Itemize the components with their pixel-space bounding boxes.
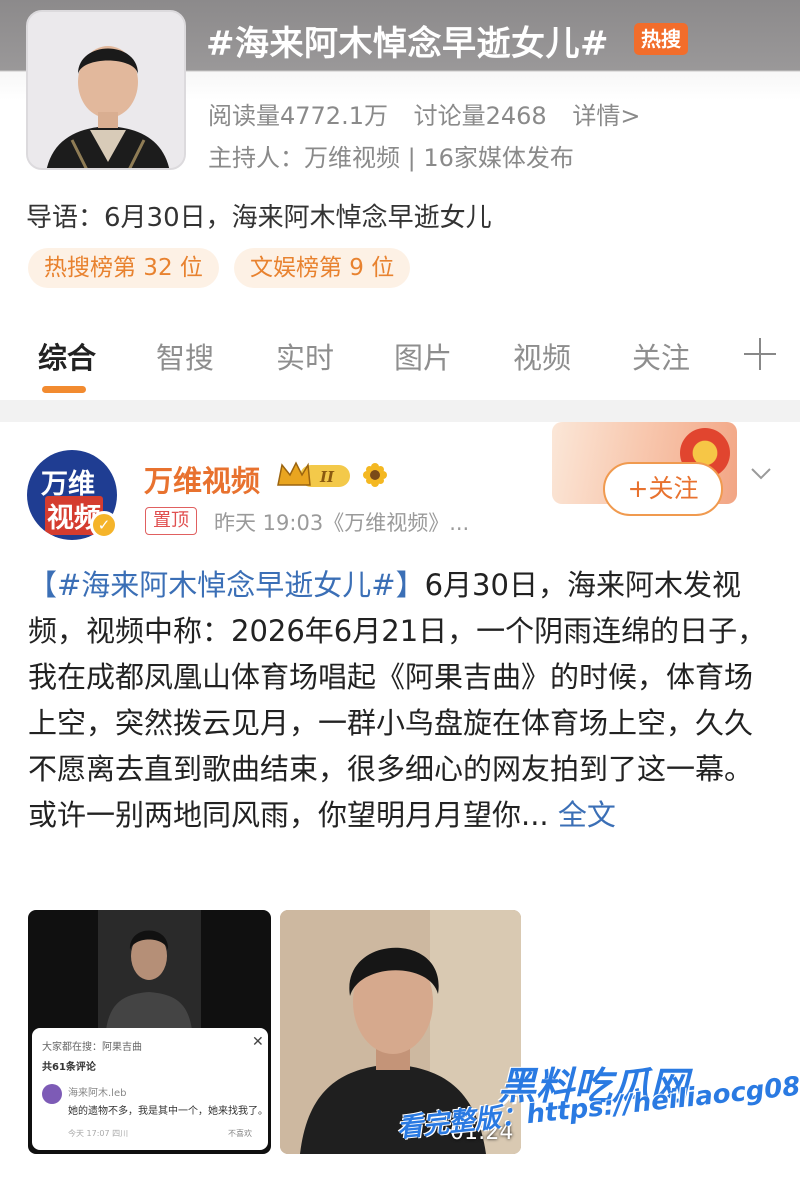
hot-badge: 热搜 bbox=[634, 23, 688, 55]
commenter-name: 海来阿木.leb bbox=[68, 1088, 127, 1099]
entertainment-rank-pill[interactable]: 文娱榜第 9 位 bbox=[234, 248, 411, 288]
overlay-dislike[interactable]: 不喜欢 bbox=[228, 1128, 252, 1139]
comment-overlay-card: 大家都在搜：阿果吉曲 ✕ 共61条评论 海来阿木.leb 她的遗物不多，我是其中… bbox=[32, 1028, 268, 1150]
section-divider bbox=[0, 400, 800, 422]
overlay-search-text: 大家都在搜：阿果吉曲 bbox=[42, 1042, 142, 1053]
topic-stats: 阅读量4772.1万 讨论量2468 详情> bbox=[208, 96, 658, 131]
topic-cover-image[interactable] bbox=[26, 10, 186, 170]
follow-button[interactable]: +关注 bbox=[603, 462, 723, 516]
post-body-text: 6月30日，海来阿木发视频，视频中称：2026年6月21日，一个阴雨连绵的日子，… bbox=[28, 568, 767, 832]
topic-intro: 导语：6月30日，海来阿木悼念早逝女儿 bbox=[26, 203, 492, 233]
overlay-comment-time: 今天 17:07 四川 bbox=[68, 1129, 129, 1138]
member-crown-icon: II bbox=[277, 461, 350, 487]
author-name[interactable]: 万维视频 bbox=[144, 458, 260, 500]
post-meta: 昨天 19:03《万维视频》... bbox=[214, 511, 470, 535]
close-icon[interactable]: ✕ bbox=[252, 1034, 264, 1050]
overlay-comment-text: 她的遗物不多，我是其中一个，她来找我了。 bbox=[68, 1106, 268, 1117]
level-badge-text: II bbox=[319, 468, 335, 486]
tab-following[interactable]: 关注 bbox=[632, 335, 690, 377]
tab-smart-search[interactable]: 智搜 bbox=[156, 335, 214, 377]
read-count: 阅读量4772.1万 bbox=[208, 102, 388, 130]
topic-title: #海来阿木悼念早逝女儿# bbox=[206, 24, 609, 64]
tab-comprehensive[interactable]: 综合 bbox=[38, 335, 96, 377]
tab-images[interactable]: 图片 bbox=[394, 335, 452, 377]
hot-search-rank-pill[interactable]: 热搜榜第 32 位 bbox=[28, 248, 219, 288]
details-link[interactable]: 详情> bbox=[572, 102, 640, 130]
read-more-link[interactable]: 全文 bbox=[558, 798, 616, 832]
post-text: 【#海来阿木悼念早逝女儿#】6月30日，海来阿木发视频，视频中称：2026年6月… bbox=[28, 562, 778, 838]
topic-host[interactable]: 主持人：万维视频 | 16家媒体发布 bbox=[208, 138, 574, 173]
bottom-edge bbox=[0, 1178, 800, 1200]
chevron-down-icon[interactable] bbox=[749, 461, 773, 485]
verified-icon: ✓ bbox=[90, 511, 118, 539]
add-tab-icon[interactable] bbox=[744, 338, 776, 370]
overlay-comment-count: 共61条评论 bbox=[42, 1062, 96, 1073]
discussion-count: 讨论量2468 bbox=[413, 102, 547, 130]
active-tab-indicator bbox=[42, 386, 86, 393]
post-image-1[interactable]: 大家都在搜：阿果吉曲 ✕ 共61条评论 海来阿木.leb 她的遗物不多，我是其中… bbox=[28, 910, 271, 1154]
post-hashtag-link[interactable]: 【#海来阿木悼念早逝女儿#】 bbox=[28, 568, 425, 602]
sunflower-icon bbox=[363, 463, 387, 487]
pinned-tag: 置顶 bbox=[145, 507, 197, 535]
commenter-avatar bbox=[42, 1084, 62, 1104]
tab-realtime[interactable]: 实时 bbox=[276, 335, 334, 377]
tab-videos[interactable]: 视频 bbox=[513, 335, 571, 377]
